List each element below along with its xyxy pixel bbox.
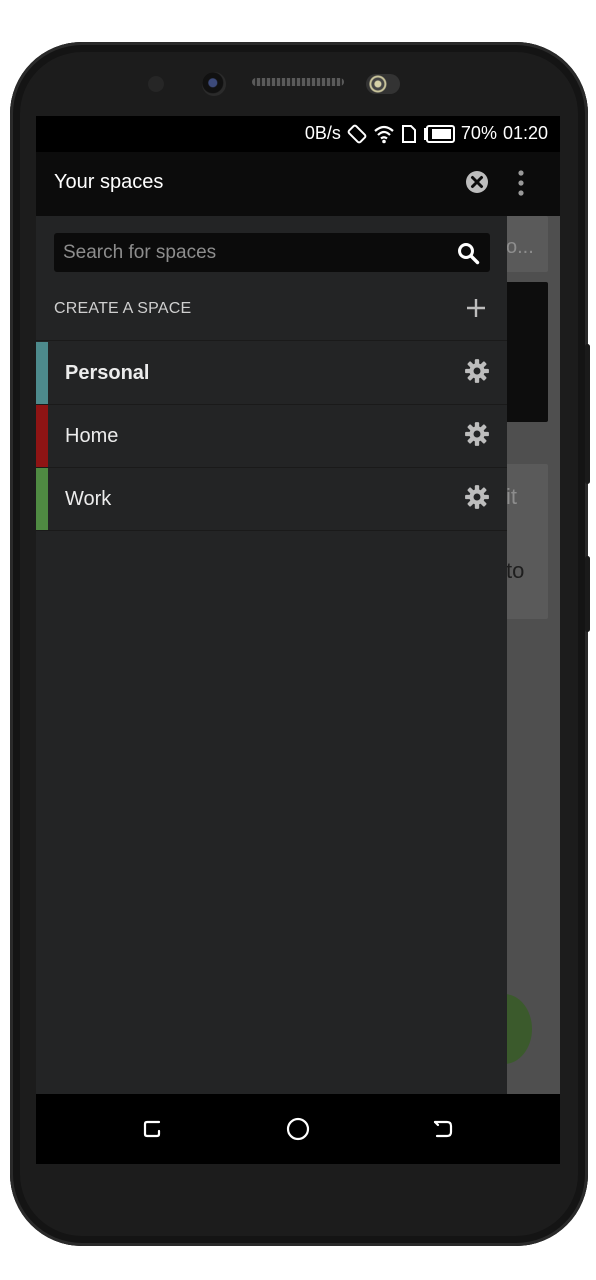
background-snippet: o... [506,236,534,258]
battery-icon [423,124,455,143]
background-snippet: it [506,484,517,509]
network-speed: 0B/s [304,123,341,143]
rotate-lock-icon [347,124,367,143]
close-icon[interactable] [464,169,490,195]
space-item-home[interactable]: Home [36,405,507,468]
gear-icon[interactable] [464,358,490,384]
space-label: Home [65,425,119,447]
space-item-work[interactable]: Work [36,468,507,531]
gear-icon[interactable] [464,484,490,510]
clock: 01:20 [502,123,548,143]
space-label: Work [65,488,112,510]
plus-icon[interactable] [464,296,488,320]
front-sensor [148,76,164,92]
space-color-bar [36,342,48,404]
earpiece-speaker [252,78,344,86]
background-snippet: to [506,558,525,583]
gear-icon[interactable] [464,421,490,447]
more-vert-icon[interactable] [514,168,528,198]
screen: 0B/s 70% 01:20 o... it to Your spaces Se… [36,116,560,1164]
drawer-title: Your spaces [54,171,164,193]
drawer-header: Your spaces [36,152,560,216]
sim-icon [401,124,416,143]
space-label: Personal [65,362,150,384]
create-space-label: CREATE A SPACE [54,300,192,317]
flash-light [366,74,400,94]
battery-percent: 70% [460,123,497,143]
volume-button [585,344,590,484]
wifi-icon [374,125,394,143]
search-icon[interactable] [456,241,480,265]
search-box [54,233,490,272]
search-input[interactable] [63,233,443,272]
front-camera [202,72,226,96]
status-bar: 0B/s 70% 01:20 [36,116,560,152]
home-icon[interactable] [285,1116,311,1142]
back-icon[interactable] [430,1116,456,1142]
spaces-drawer: Your spaces CREATE A SPACE [36,152,560,1094]
navigation-bar [36,1094,560,1164]
create-space-row[interactable]: CREATE A SPACE [36,278,507,341]
recents-icon[interactable] [140,1116,166,1142]
space-color-bar [36,405,48,467]
space-color-bar [36,468,48,530]
power-button [585,556,590,632]
space-item-personal[interactable]: Personal [36,342,507,405]
